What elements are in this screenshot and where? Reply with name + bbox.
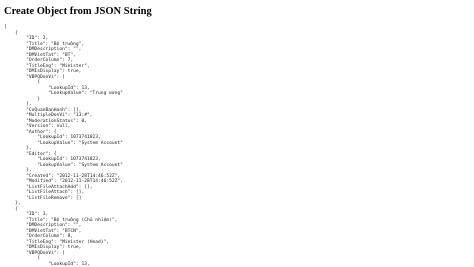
json-line: "LookupValue": "Trung ương"	[4, 91, 123, 97]
page-title: Create Object from JSON String	[4, 5, 152, 18]
json-line: "Modified": "2012-11-28T14:46:52Z",	[4, 179, 123, 185]
json-line: "LookupId": 13,	[4, 262, 123, 267]
json-output: [ { "ID": 2, "Title": "Bộ trưởng", "DMDe…	[4, 25, 123, 267]
